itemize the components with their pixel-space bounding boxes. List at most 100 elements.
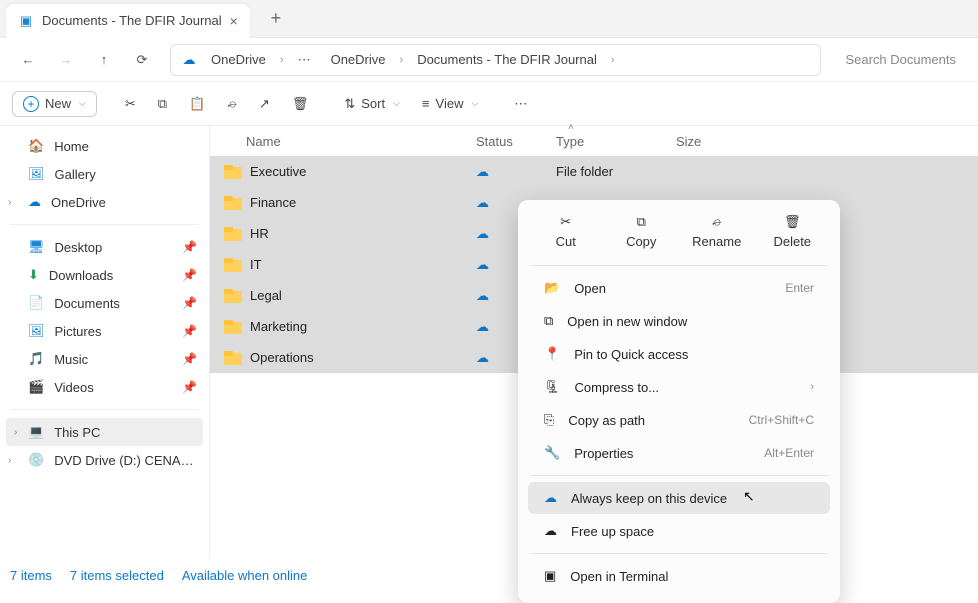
sidebar-item-home[interactable]: 🏠Home (0, 132, 209, 160)
paste-button[interactable]: 📋 (181, 91, 213, 117)
sidebar-item-dvd[interactable]: ›💿DVD Drive (D:) CENA_X64F (0, 446, 209, 474)
breadcrumb-item[interactable]: Documents - The DFIR Journal (411, 49, 603, 70)
chevron-down-icon: ⌵ (79, 98, 86, 109)
scissors-icon: ✂ (125, 96, 136, 112)
status-selected: 7 items selected (70, 568, 164, 583)
ctx-rename[interactable]: ⌮Rename (687, 214, 747, 249)
ctx-copy[interactable]: ⧉Copy (611, 214, 671, 249)
rename-icon: ⌮ (712, 214, 722, 230)
sidebar-item-onedrive[interactable]: ›☁OneDrive (0, 188, 209, 216)
rename-button[interactable]: ⌮ (219, 91, 245, 117)
view-label: View (436, 96, 464, 111)
copy-icon: ⧉ (158, 96, 167, 112)
trash-icon: 🗑 (784, 214, 801, 230)
terminal-icon: ▣ (544, 568, 556, 584)
folder-icon (224, 196, 242, 210)
back-button[interactable]: ← (10, 44, 46, 76)
context-menu: ✂Cut ⧉Copy ⌮Rename 🗑Delete 📂OpenEnter ⧉O… (518, 200, 840, 603)
folder-name: Finance (250, 195, 296, 210)
forward-button[interactable]: → (48, 44, 84, 76)
chevron-right-icon: › (611, 54, 615, 66)
close-tab-icon[interactable]: × (230, 13, 238, 29)
chevron-down-icon: ⌵ (393, 98, 400, 109)
copy-icon: ⧉ (637, 214, 646, 230)
ctx-pin-quickaccess[interactable]: 📍Pin to Quick access (528, 338, 830, 370)
up-button[interactable]: ↑ (86, 44, 122, 76)
sort-icon: ⇅ (344, 96, 355, 112)
status-availability: Available when online (182, 568, 308, 583)
breadcrumb-ellipsis[interactable]: ⋯ (292, 49, 317, 71)
column-type[interactable]: Type (556, 134, 676, 149)
chevron-right-icon: › (14, 427, 17, 438)
ctx-free-up-space[interactable]: ☁Free up space (528, 515, 830, 547)
column-status[interactable]: Status (476, 134, 556, 149)
ctx-open[interactable]: 📂OpenEnter (528, 272, 830, 304)
tab-title: Documents - The DFIR Journal (42, 13, 222, 28)
share-icon: ↗ (259, 96, 270, 112)
sidebar-item-desktop[interactable]: 🖥Desktop📌 (0, 233, 209, 261)
chevron-right-icon: › (8, 197, 11, 208)
pin-icon: 📌 (182, 268, 197, 282)
scissors-icon: ✂ (560, 214, 571, 230)
sort-button[interactable]: ⇅ Sort ⌵ (336, 91, 408, 117)
sidebar-item-music[interactable]: 🎵Music📌 (0, 345, 209, 373)
folder-icon (224, 289, 242, 303)
more-button[interactable]: ⋯ (506, 91, 535, 117)
newwindow-icon: ⧉ (544, 313, 553, 329)
share-button[interactable]: ↗ (251, 91, 278, 117)
cloud-status-icon: ☁ (476, 195, 489, 210)
ellipsis-icon: ⋯ (514, 96, 527, 112)
search-input[interactable]: Search Documents (833, 44, 968, 76)
path-icon: ⎘ (544, 412, 554, 428)
breadcrumb-item[interactable]: OneDrive (325, 49, 392, 70)
ctx-compress[interactable]: 🗜Compress to...› (528, 371, 830, 403)
cut-button[interactable]: ✂ (117, 91, 144, 117)
chevron-right-icon: › (8, 455, 11, 466)
new-tab-button[interactable]: + (262, 8, 290, 29)
sort-asc-icon: ˄ (568, 122, 574, 133)
tab-active[interactable]: ▣ Documents - The DFIR Journal × (6, 4, 250, 38)
delete-button[interactable]: 🗑 (284, 91, 317, 117)
ctx-open-new-window[interactable]: ⧉Open in new window (528, 305, 830, 337)
chevron-right-icon: › (400, 54, 404, 66)
title-bar: ▣ Documents - The DFIR Journal × + (0, 0, 978, 38)
ctx-copy-as-path[interactable]: ⎘Copy as pathCtrl+Shift+C (528, 404, 830, 436)
ctx-delete[interactable]: 🗑Delete (762, 214, 822, 249)
sidebar-item-videos[interactable]: 🎬Videos📌 (0, 373, 209, 401)
chevron-right-icon: › (810, 381, 814, 393)
status-bar: 7 items 7 items selected Available when … (10, 568, 307, 583)
sidebar-item-pictures[interactable]: 🖼Pictures📌 (0, 317, 209, 345)
cursor-icon: ↖ (743, 488, 755, 505)
pin-icon: 📍 (544, 346, 560, 362)
cloud-status-icon: ☁ (476, 288, 489, 303)
breadcrumb-root[interactable]: OneDrive (205, 49, 272, 70)
view-button[interactable]: ≡ View ⌵ (414, 91, 486, 116)
cloud-status-icon: ☁ (476, 319, 489, 334)
pin-icon: 📌 (182, 380, 197, 394)
chevron-down-icon: ⌵ (471, 98, 478, 109)
table-row[interactable]: Executive☁File folder (210, 156, 978, 187)
cloud-status-icon: ☁ (476, 257, 489, 272)
ctx-always-keep[interactable]: ☁Always keep on this device (528, 482, 830, 514)
sidebar-item-documents[interactable]: 📄Documents📌 (0, 289, 209, 317)
folder-icon (224, 165, 242, 179)
column-headers[interactable]: ˄ Name Status Type Size (210, 126, 978, 156)
folder-icon (224, 320, 242, 334)
ctx-cut[interactable]: ✂Cut (536, 214, 596, 249)
cloud-status-icon: ☁ (476, 164, 489, 179)
refresh-button[interactable]: ⟳ (124, 44, 160, 76)
sidebar-item-gallery[interactable]: 🖼Gallery (0, 160, 209, 188)
sidebar-item-downloads[interactable]: ⬇Downloads📌 (0, 261, 209, 289)
copy-button[interactable]: ⧉ (150, 91, 175, 117)
nav-bar: ← → ↑ ⟳ ☁ OneDrive › ⋯ OneDrive › Docume… (0, 38, 978, 82)
column-size[interactable]: Size (676, 134, 756, 149)
folder-name: HR (250, 226, 269, 241)
ctx-open-terminal[interactable]: ▣Open in Terminal (528, 560, 830, 592)
folder-name: Marketing (250, 319, 307, 334)
breadcrumb[interactable]: ☁ OneDrive › ⋯ OneDrive › Documents - Th… (170, 44, 821, 76)
status-count: 7 items (10, 568, 52, 583)
sidebar-item-thispc[interactable]: ›💻This PC (6, 418, 203, 446)
ctx-properties[interactable]: 🔧PropertiesAlt+Enter (528, 437, 830, 469)
column-name[interactable]: Name (210, 134, 476, 149)
new-button[interactable]: + New ⌵ (12, 91, 97, 117)
